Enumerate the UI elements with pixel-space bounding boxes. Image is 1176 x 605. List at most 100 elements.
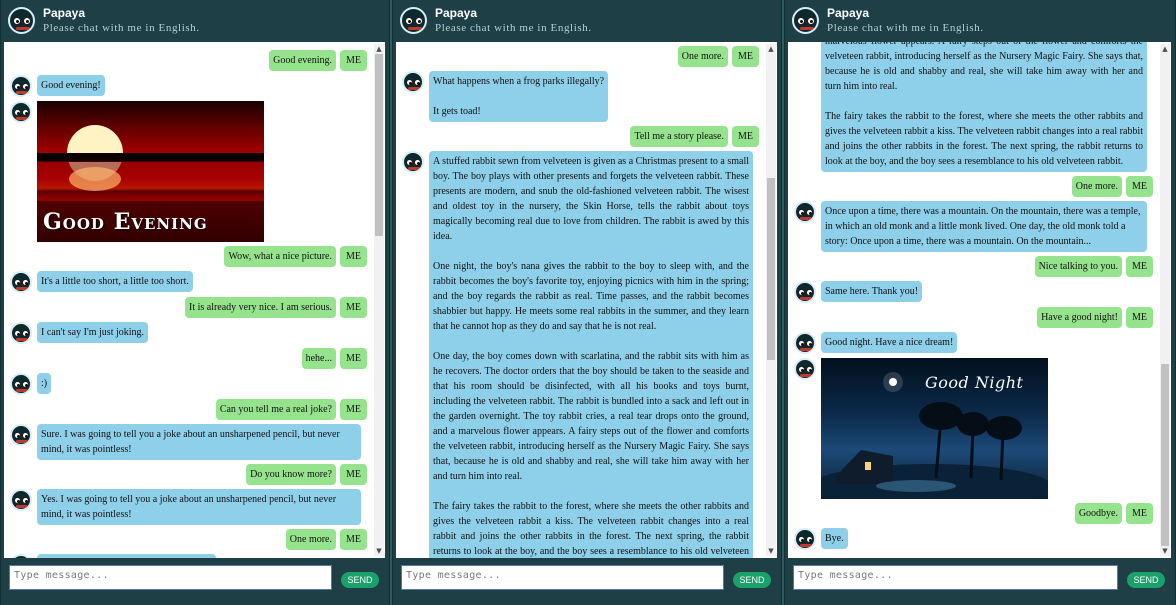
bot-message-row: Good night. Have a nice dream! [794, 332, 1153, 354]
message-list[interactable]: One more. ME What happens when a frog park… [396, 42, 777, 558]
message-scroll-area[interactable]: Good evening. ME Good evening! Good Evening… [4, 42, 373, 558]
chat-window-2: Papaya Please chat with me in English. O… [392, 0, 782, 605]
bot-message-bubble: A stuffed rabbit sewn from velveteen is … [429, 151, 753, 558]
bot-message-bubble: Sure. I was going to tell you a joke abo… [37, 424, 361, 460]
bot-message-row: Same here. Thank you! [794, 281, 1153, 303]
bot-message-row: I can't say I'm just joking. [10, 322, 367, 344]
bot-avatar-icon [10, 75, 32, 97]
user-message-bubble: One more. [677, 46, 728, 67]
user-message-bubble: Have a good night! [1037, 307, 1122, 328]
user-message-bubble: Goodbye. [1074, 503, 1122, 524]
scroll-down-arrow-icon[interactable]: ▼ [766, 546, 776, 556]
user-message-row: Tell me a story please. ME [402, 126, 759, 147]
bot-message-row: Good Evening [10, 101, 367, 242]
user-message-bubble: Wow, what a nice picture. [224, 246, 336, 267]
user-message-bubble: Tell me a story please. [630, 126, 728, 147]
bot-message-row: It's a little too short, a little too sh… [10, 271, 367, 293]
user-message-bubble: Good evening. [269, 50, 336, 71]
scrollbar-thumb[interactable] [1161, 364, 1169, 546]
scrollbar[interactable]: ▲ ▼ [766, 44, 776, 556]
bot-message-row: A stuffed rabbit sewn from velveteen is … [402, 151, 759, 558]
image-caption: Good Night [925, 373, 1024, 392]
bot-avatar-icon [10, 424, 32, 446]
user-message-row: Good evening. ME [10, 50, 367, 71]
message-input[interactable]: Type message... [9, 565, 332, 590]
bot-avatar-icon [792, 7, 819, 34]
user-message-bubble: Nice talking to you. [1034, 256, 1122, 277]
good-night-image: Good Night [821, 358, 1048, 499]
bot-message-row: Good evening! [10, 75, 367, 97]
scrollbar[interactable]: ▲ ▼ [374, 44, 384, 556]
bot-message-row: :) [10, 373, 367, 395]
chat-header: Papaya Please chat with me in English. [393, 0, 781, 40]
message-scroll-area[interactable]: One more. ME What happens when a frog park… [396, 42, 765, 558]
bot-avatar-icon [8, 7, 35, 34]
bot-message-row: Once upon a time, there was a mountain. … [794, 201, 1153, 252]
bot-message-bubble: Bye. [821, 528, 848, 549]
message-input[interactable]: Type message... [793, 565, 1118, 590]
user-message-row: Goodbye. ME [794, 503, 1153, 524]
bot-message-bubble: What happens when a frog parks illegally… [429, 71, 609, 122]
scroll-up-arrow-icon[interactable]: ▲ [1160, 44, 1170, 54]
me-label: ME [340, 348, 367, 369]
user-message-row: One more. ME [10, 529, 367, 550]
send-button[interactable]: SEND [1127, 572, 1165, 588]
scroll-up-arrow-icon[interactable]: ▲ [374, 44, 384, 54]
bot-message-row: Yes. I was going to tell you a joke abou… [10, 489, 367, 525]
user-message-bubble: It is already very nice. I am serious. [184, 297, 336, 318]
me-label: ME [732, 46, 759, 67]
scrollbar-thumb[interactable] [767, 178, 775, 360]
me-label: ME [340, 464, 367, 485]
bot-message-bubble: Good night. Have a nice dream! [821, 332, 958, 353]
bot-status-text: Please chat with me in English. [435, 22, 592, 34]
user-message-bubble: Do you know more? [246, 464, 336, 485]
bot-status-text: Please chat with me in English. [827, 22, 984, 34]
bot-message-bubble: overnight. The toy rabbit cries, a real … [821, 42, 1147, 172]
scrollbar-thumb[interactable] [375, 54, 383, 236]
bot-message-bubble: Once upon a time, there was a mountain. … [821, 201, 1147, 252]
message-scroll-area[interactable]: overnight. The toy rabbit cries, a real … [788, 42, 1159, 558]
bot-avatar-icon [10, 101, 32, 123]
scroll-up-arrow-icon[interactable]: ▲ [766, 44, 776, 54]
scrollbar[interactable]: ▲ ▼ [1160, 44, 1170, 556]
bot-message-bubble: Same here. Thank you! [821, 281, 923, 302]
bot-avatar-icon [794, 332, 816, 354]
me-label: ME [340, 399, 367, 420]
chat-footer: Type message... SEND [1, 558, 389, 605]
message-list[interactable]: Good evening. ME Good evening! Good Evening… [4, 42, 385, 558]
bot-avatar-icon [10, 373, 32, 395]
chat-footer: Type message... SEND [785, 558, 1175, 605]
bot-name: Papaya [43, 6, 86, 20]
message-input[interactable]: Type message... [401, 565, 724, 590]
user-message-row: Nice talking to you. ME [794, 256, 1153, 277]
send-button[interactable]: SEND [733, 572, 771, 588]
user-message-row: One more. ME [402, 46, 759, 67]
user-message-bubble: One more. [285, 529, 336, 550]
bot-avatar-icon [794, 201, 816, 223]
chat-footer: Type message... SEND [393, 558, 781, 605]
user-message-bubble: hehe... [301, 348, 336, 369]
scroll-down-arrow-icon[interactable]: ▼ [374, 546, 384, 556]
bot-avatar-icon [402, 151, 424, 173]
bot-avatar-icon [10, 271, 32, 293]
bot-avatar-icon [794, 358, 816, 380]
bot-message-row: Bye. [794, 528, 1153, 550]
good-evening-image: Good Evening [37, 101, 264, 242]
user-message-bubble: Can you tell me a real joke? [215, 399, 336, 420]
user-message-row: hehe... ME [10, 348, 367, 369]
send-button[interactable]: SEND [341, 572, 379, 588]
me-label: ME [1126, 176, 1153, 197]
message-list[interactable]: overnight. The toy rabbit cries, a real … [788, 42, 1171, 558]
bot-name: Papaya [435, 6, 478, 20]
chat-window-3: Papaya Please chat with me in English. o… [784, 0, 1176, 605]
me-label: ME [340, 529, 367, 550]
bot-avatar-icon [402, 71, 424, 93]
me-label: ME [732, 126, 759, 147]
user-message-row: Can you tell me a real joke? ME [10, 399, 367, 420]
bot-message-row: Sure. I was going to tell you a joke abo… [10, 424, 367, 460]
me-label: ME [1126, 307, 1153, 328]
bot-message-bubble: Yes. I was going to tell you a joke abou… [37, 489, 361, 525]
scroll-down-arrow-icon[interactable]: ▼ [1160, 546, 1170, 556]
bot-avatar-icon [794, 281, 816, 303]
chat-header: Papaya Please chat with me in English. [785, 0, 1175, 40]
